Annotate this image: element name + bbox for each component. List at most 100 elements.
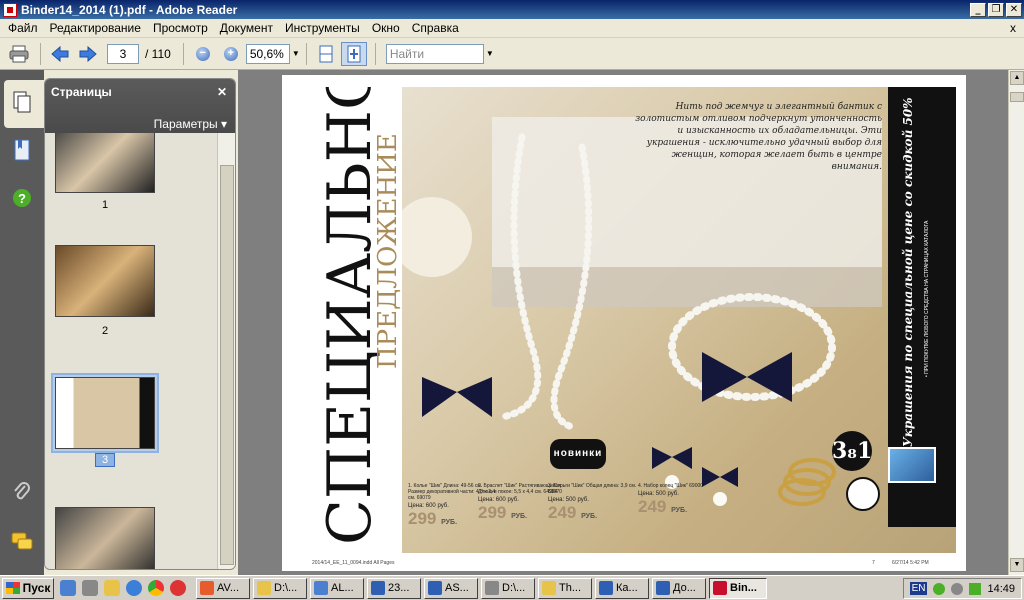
previous-page-button[interactable] [47,42,73,66]
adobe-reader-icon [3,2,17,17]
quicklaunch-opera-icon[interactable] [170,580,186,596]
safely-remove-icon[interactable] [969,582,982,595]
zoom-level-input[interactable]: 50,6% [245,43,290,64]
taskbar-item[interactable]: D:\... [481,577,535,599]
scroll-down-arrow-icon[interactable]: ▼ [1010,558,1024,572]
product-3-meta: 3. Серьги "Шик" Общая длина: 3,9 см. 690… [548,483,637,495]
pdf-page: СПЕЦИАЛЬНОЕ ПРЕДЛОЖЕНИЕ Нить под жемчуг … [282,75,966,571]
menu-view[interactable]: Просмотр [147,21,214,35]
task-label: AL... [331,582,354,594]
taskbar-item[interactable]: Ка... [595,577,649,599]
network-icon[interactable] [933,582,946,595]
taskbar-item[interactable]: D:\... [253,577,307,599]
menu-window[interactable]: Окно [366,21,406,35]
start-button[interactable]: Пуск [2,577,54,599]
comments-icon[interactable] [10,530,34,554]
page-thumbnail-label: 1 [101,199,109,211]
maximize-button[interactable]: ❐ [988,2,1004,17]
scroll-up-arrow-icon[interactable]: ▲ [1010,71,1024,85]
minimize-button[interactable]: _ [970,2,986,17]
taskbar-item[interactable]: 23... [367,577,421,599]
fit-page-icon [347,45,361,62]
task-label: Bin... [730,582,757,594]
product-4: 4. Набор колец "Шик" 69000 Цена: 500 руб… [638,483,728,517]
close-button[interactable]: ✕ [1006,2,1022,17]
menu-help[interactable]: Справка [406,21,465,35]
start-label: Пуск [22,581,51,595]
taskbar-item[interactable]: AL... [310,577,364,599]
quicklaunch-desktop-icon[interactable] [82,580,98,596]
window-controls: _ ❐ ✕ [970,2,1022,17]
page-thumbnail-label: 2 [101,325,109,337]
find-input[interactable]: Найти [385,43,484,64]
product-1-price: 299 [408,509,437,528]
task-label: Ка... [616,582,638,594]
page-thumbnail-2[interactable] [55,245,155,317]
zoom-in-button[interactable]: + [218,42,244,66]
offer-3-for-1-badge: 3₈1 [832,431,872,471]
attachment-icon[interactable] [10,480,34,504]
print-button[interactable] [6,42,32,66]
scrollbar-thumb[interactable] [220,165,234,565]
product-4-currency: РУБ. [671,507,688,514]
catalog-cover-thumbnail [888,447,936,483]
taskbar-item[interactable]: AV... [196,577,250,599]
zoom-in-icon: + [223,46,238,61]
windows-taskbar: Пуск AV... D:\... AL... 23... AS... D:\.… [0,575,1024,600]
product-3-price: 249 [548,503,577,522]
volume-icon[interactable] [951,582,964,595]
bookmarks-icon[interactable] [10,138,34,162]
toolbar-separator [182,42,184,65]
page-thumbnail-4[interactable] [55,507,155,569]
help-icon[interactable]: ? [10,186,34,210]
chevron-down-icon[interactable]: ▼ [292,49,300,58]
quicklaunch-explorer-icon[interactable] [60,580,76,596]
chevron-down-icon[interactable]: ▼ [486,49,494,58]
page-number-input[interactable]: 3 [107,43,139,64]
window-title: Binder14_2014 (1).pdf - Adobe Reader [21,2,238,17]
quicklaunch-chrome-icon[interactable] [148,580,164,596]
task-label: AS... [445,582,469,594]
next-page-button[interactable] [75,42,101,66]
zoom-out-icon: − [195,46,210,61]
taskbar-item[interactable]: До... [652,577,706,599]
document-scrollbar[interactable]: ▲ ▼ [1008,70,1024,575]
footer-file-info: 2014/14_EE_11_0094.indd All Pages [312,560,395,566]
menu-tools[interactable]: Инструменты [279,21,366,35]
task-icon [713,581,727,595]
taskbar-item-active[interactable]: Bin... [709,577,767,599]
zoom-out-button[interactable]: − [190,42,216,66]
language-indicator[interactable]: EN [909,582,928,595]
pages-panel-close-button[interactable]: ✕ [217,85,227,99]
task-icon [428,581,442,595]
menu-file[interactable]: Файл [2,21,44,35]
footer-page-number: 7 [872,560,875,566]
taskbar-item[interactable]: AS... [424,577,478,599]
scrolling-mode-button[interactable] [313,42,339,66]
page-thumbnail-1[interactable] [55,133,155,193]
document-scrollbar-thumb[interactable] [1010,92,1024,102]
pages-options-menu[interactable]: Параметры ▾ [154,117,227,131]
menu-edit[interactable]: Редактирование [44,21,147,35]
product-3: 3. Серьги "Шик" Общая длина: 3,9 см. 690… [548,483,638,523]
menu-document[interactable]: Документ [214,21,279,35]
task-label: 23... [388,582,410,594]
page-thumbnail-3[interactable] [55,377,155,449]
page-thumbnails: 1 2 3 [45,133,217,569]
arrow-left-icon [51,45,69,62]
product-2-currency: РУБ. [511,513,528,520]
pages-icon[interactable] [10,90,34,114]
offer-fine-print: • ПРИ ПОКУПКЕ ЛЮБОГО СРЕДСТВА НА СТРАНИЦ… [924,220,930,377]
fit-page-button[interactable] [340,41,367,66]
page-total: / 110 [145,46,171,61]
close-document-button[interactable]: x [1010,21,1016,35]
thumbnails-scrollbar[interactable] [217,133,235,569]
task-icon [371,581,385,595]
navigation-rail: ? [0,70,44,575]
document-view[interactable]: СПЕЦИАЛЬНОЕ ПРЕДЛОЖЕНИЕ Нить под жемчуг … [238,70,1008,575]
quicklaunch-app-icon[interactable] [104,580,120,596]
ring-size-icon [846,477,880,511]
taskbar-item[interactable]: Th... [538,577,592,599]
quicklaunch-ie-icon[interactable] [126,580,142,596]
toolbar: 3 / 110 − + 50,6% ▼ Найти ▼ [0,38,1024,70]
